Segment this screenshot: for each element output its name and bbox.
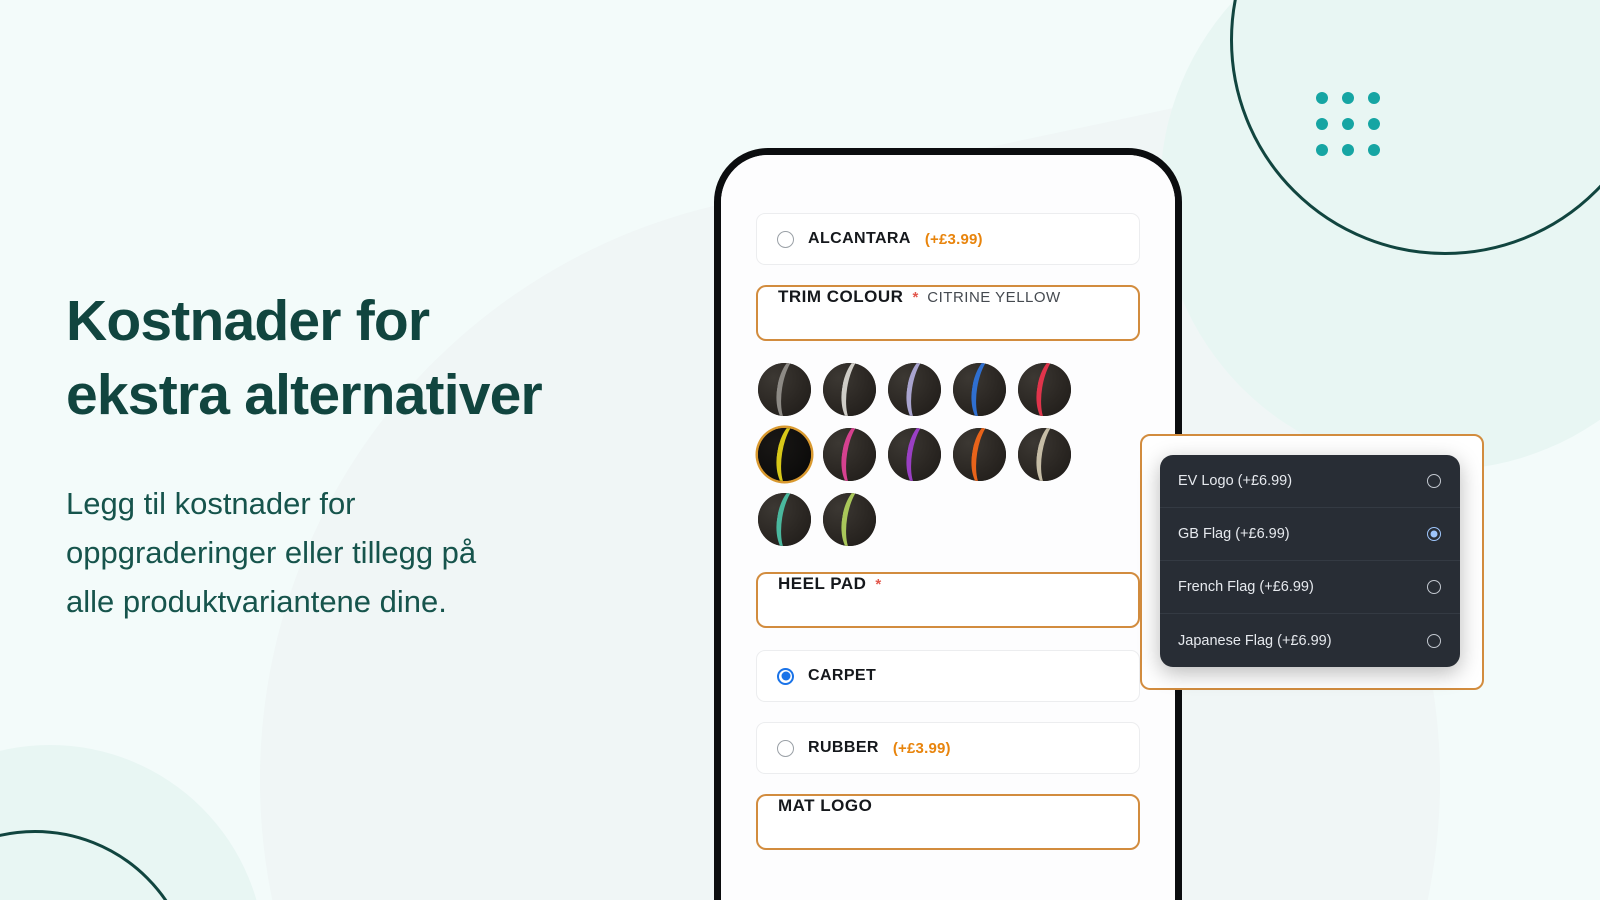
option-label-carpet: CARPET (808, 667, 877, 684)
option-price-alcantara: (+£3.99) (924, 230, 983, 248)
citrine-yellow-trim-swatch[interactable] (758, 428, 811, 481)
option-row-rubber[interactable]: RUBBER (+£3.99) (756, 722, 1140, 774)
mint-circle-bottom-left (0, 745, 265, 900)
beige-trim-swatch[interactable] (1018, 428, 1071, 481)
mat-logo-dropdown-panel[interactable]: EV Logo (+£6.99) GB Flag (+£6.99) French F… (1160, 455, 1460, 667)
dropdown-item-label: French Flag (+£6.99) (1178, 579, 1314, 595)
copy-block: Kostnader for ekstra alternativer Legg t… (66, 284, 666, 627)
required-marker-heel-pad: * (875, 576, 882, 593)
field-title-heel-pad: HEEL PAD (778, 574, 867, 593)
dropdown-item[interactable]: GB Flag (+£6.99) (1160, 508, 1460, 561)
dropdown-radio-icon[interactable] (1427, 633, 1441, 648)
orange-trim-swatch[interactable] (953, 428, 1006, 481)
field-title-mat-logo: MAT LOGO (778, 796, 873, 815)
radio-icon-carpet[interactable] (777, 667, 794, 685)
outline-circle-bottom-left (0, 830, 195, 900)
dropdown-radio-icon[interactable] (1427, 580, 1441, 594)
dropdown-radio-icon[interactable] (1427, 527, 1441, 541)
dropdown-item-label: Japanese Flag (+£6.99) (1178, 632, 1332, 649)
slide-canvas: Kostnader for ekstra alternativer Legg t… (0, 0, 1600, 900)
field-header-heel-pad[interactable]: HEEL PAD * (756, 572, 1140, 628)
red-trim-swatch[interactable] (1018, 363, 1071, 416)
dropdown-item[interactable]: EV Logo (+£6.99) (1160, 455, 1460, 508)
purple-trim-swatch[interactable] (888, 428, 941, 481)
light-green-trim-swatch[interactable] (823, 493, 876, 546)
field-title-trim-colour: TRIM COLOUR (778, 287, 904, 306)
grey-trim-swatch[interactable] (758, 363, 811, 416)
mint-circle-top-right (1160, 0, 1600, 470)
option-label-rubber: RUBBER (808, 739, 879, 756)
required-marker-trim-colour: * (912, 289, 919, 306)
dot-grid-icon (1316, 92, 1380, 156)
dropdown-item-label: EV Logo (+£6.99) (1178, 473, 1293, 489)
pink-trim-swatch[interactable] (823, 428, 876, 481)
silver-trim-swatch[interactable] (823, 363, 876, 416)
blue-trim-swatch[interactable] (953, 363, 1006, 416)
field-value-trim-colour: CITRINE YELLOW (927, 289, 1061, 306)
dropdown-item[interactable]: Japanese Flag (+£6.99) (1160, 614, 1460, 667)
teal-trim-swatch[interactable] (758, 493, 811, 546)
lavender-trim-swatch[interactable] (888, 363, 941, 416)
page-title: Kostnader for ekstra alternativer (66, 289, 543, 428)
radio-icon-alcantara[interactable] (777, 230, 794, 248)
field-header-trim-colour[interactable]: TRIM COLOUR * CITRINE YELLOW (756, 285, 1140, 341)
option-row-carpet[interactable]: CARPET (756, 650, 1140, 702)
dropdown-item[interactable]: French Flag (+£6.99) (1160, 561, 1460, 614)
outline-circle-top-right (1230, 0, 1600, 255)
field-header-mat-logo[interactable]: MAT LOGO (756, 794, 1140, 850)
dropdown-item-label: GB Flag (+£6.99) (1178, 526, 1290, 542)
trim-colour-swatch-grid (756, 363, 1140, 546)
option-row-alcantara[interactable]: ALCANTARA (+£3.99) (756, 213, 1140, 265)
dropdown-radio-icon[interactable] (1427, 474, 1441, 488)
phone-screen: ALCANTARA (+£3.99) TRIM COLOUR * CITRINE… (721, 155, 1175, 900)
option-price-rubber: (+£3.99) (892, 739, 951, 757)
radio-icon-rubber[interactable] (777, 739, 794, 757)
phone-mockup: ALCANTARA (+£3.99) TRIM COLOUR * CITRINE… (714, 148, 1182, 900)
option-label-alcantara: ALCANTARA (808, 230, 911, 247)
page-subtitle: Legg til kostnader for oppgraderinger el… (66, 486, 477, 620)
